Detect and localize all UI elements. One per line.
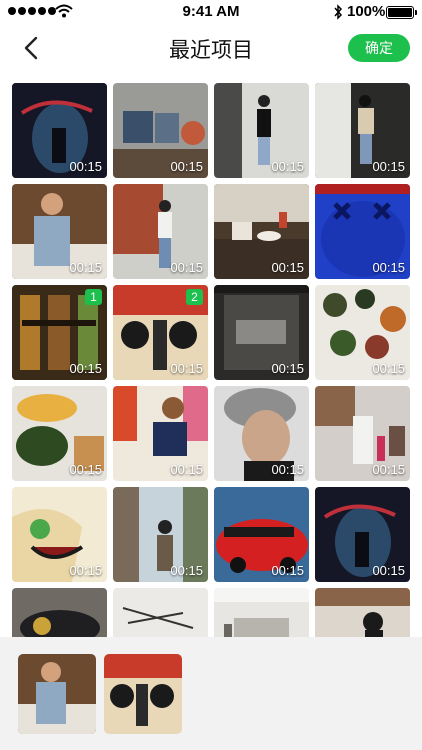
media-tile[interactable]: 00:15 — [315, 487, 410, 582]
media-tile[interactable]: 00:15 — [113, 184, 208, 279]
selected-items-tray — [0, 637, 422, 750]
status-bar: 9:41 AM 100% — [0, 0, 422, 24]
media-tile[interactable]: 00:15 — [315, 83, 410, 178]
video-duration: 00:15 — [372, 361, 405, 376]
media-tile[interactable]: 00:15 — [12, 184, 107, 279]
video-duration: 00:15 — [69, 462, 102, 477]
media-tile[interactable]: 00:15 — [214, 184, 309, 279]
video-duration: 00:15 — [170, 159, 203, 174]
video-duration: 00:15 — [170, 361, 203, 376]
media-tile[interactable] — [315, 588, 410, 637]
thumbnail-image — [214, 588, 309, 637]
confirm-button[interactable]: 确定 — [348, 34, 410, 62]
battery-icon — [386, 6, 417, 19]
media-grid[interactable]: 00:15 00:15 00:15 00:15 00:15 00:15 00:1… — [0, 72, 422, 637]
media-tile[interactable]: 00:15 — [214, 285, 309, 380]
media-tile-selected[interactable]: 2 00:15 — [113, 285, 208, 380]
selected-thumbnail[interactable] — [104, 654, 182, 734]
media-tile[interactable]: 00:15 — [12, 386, 107, 481]
video-duration: 00:15 — [271, 361, 304, 376]
media-tile[interactable]: 00:15 — [12, 83, 107, 178]
media-tile[interactable] — [214, 588, 309, 637]
selection-order-badge: 1 — [85, 289, 102, 305]
video-duration: 00:15 — [170, 260, 203, 275]
media-tile[interactable] — [113, 588, 208, 637]
nav-bar: 最近项目 确定 — [0, 24, 422, 72]
video-duration: 00:15 — [271, 260, 304, 275]
media-tile[interactable]: 00:15 — [315, 386, 410, 481]
media-tile[interactable]: 00:15 — [113, 83, 208, 178]
video-duration: 00:15 — [271, 159, 304, 174]
video-duration: 00:15 — [372, 260, 405, 275]
selection-order-badge: 2 — [186, 289, 203, 305]
media-tile[interactable]: 00:15 — [113, 487, 208, 582]
media-tile[interactable]: 00:15 — [214, 386, 309, 481]
thumbnail-image — [12, 588, 107, 637]
media-tile[interactable]: 00:15 — [113, 386, 208, 481]
video-duration: 00:15 — [69, 260, 102, 275]
thumbnail-image — [113, 588, 208, 637]
video-duration: 00:15 — [69, 159, 102, 174]
video-duration: 00:15 — [69, 361, 102, 376]
thumbnail-image — [18, 654, 96, 734]
bluetooth-icon — [334, 4, 343, 20]
thumbnail-image — [315, 588, 410, 637]
battery-percent: 100% — [347, 3, 386, 20]
media-tile[interactable]: 00:15 — [12, 487, 107, 582]
media-tile[interactable] — [12, 588, 107, 637]
media-tile[interactable]: 00:15 — [214, 83, 309, 178]
video-duration: 00:15 — [69, 563, 102, 578]
media-tile[interactable]: 00:15 — [315, 285, 410, 380]
selected-thumbnail[interactable] — [18, 654, 96, 734]
video-duration: 00:15 — [372, 462, 405, 477]
media-tile-selected[interactable]: 1 00:15 — [12, 285, 107, 380]
video-duration: 00:15 — [372, 563, 405, 578]
video-duration: 00:15 — [170, 462, 203, 477]
thumbnail-image — [104, 654, 182, 734]
video-duration: 00:15 — [170, 563, 203, 578]
video-duration: 00:15 — [372, 159, 405, 174]
video-duration: 00:15 — [271, 563, 304, 578]
media-tile[interactable]: 00:15 — [214, 487, 309, 582]
video-duration: 00:15 — [271, 462, 304, 477]
media-tile[interactable]: 00:15 — [315, 184, 410, 279]
